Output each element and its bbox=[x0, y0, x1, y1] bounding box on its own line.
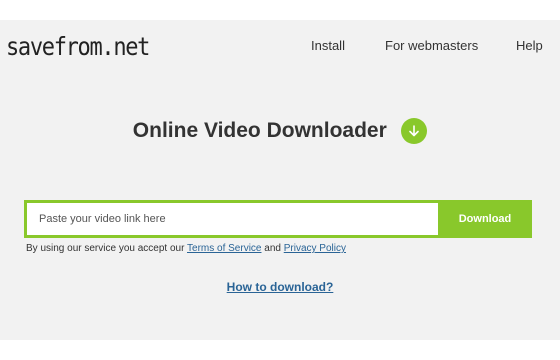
page: savefrom.net Install For webmasters Help… bbox=[0, 0, 560, 360]
terms-notice: By using our service you accept our Term… bbox=[26, 243, 346, 254]
terms-prefix: By using our service you accept our bbox=[26, 243, 188, 254]
page-title: Online Video Downloader bbox=[132, 119, 387, 142]
site-logo[interactable]: savefrom.net bbox=[6, 32, 150, 61]
how-to-download-link[interactable]: How to download? bbox=[227, 280, 334, 294]
video-link-input[interactable] bbox=[24, 200, 444, 238]
privacy-policy-link[interactable]: Privacy Policy bbox=[284, 243, 346, 254]
terms-connector: and bbox=[261, 243, 284, 254]
terms-of-service-link[interactable]: Terms of Service bbox=[187, 243, 261, 254]
nav-install-link[interactable]: Install bbox=[311, 38, 345, 53]
heading-row: Online Video Downloader bbox=[0, 118, 560, 144]
how-to-row: How to download? bbox=[0, 278, 560, 296]
nav-webmasters-link[interactable]: For webmasters bbox=[385, 38, 478, 53]
nav-help-link[interactable]: Help bbox=[516, 38, 543, 53]
download-button[interactable]: Download bbox=[438, 200, 532, 238]
arrow-down-icon bbox=[409, 125, 420, 137]
download-arrow-icon[interactable] bbox=[401, 118, 428, 144]
